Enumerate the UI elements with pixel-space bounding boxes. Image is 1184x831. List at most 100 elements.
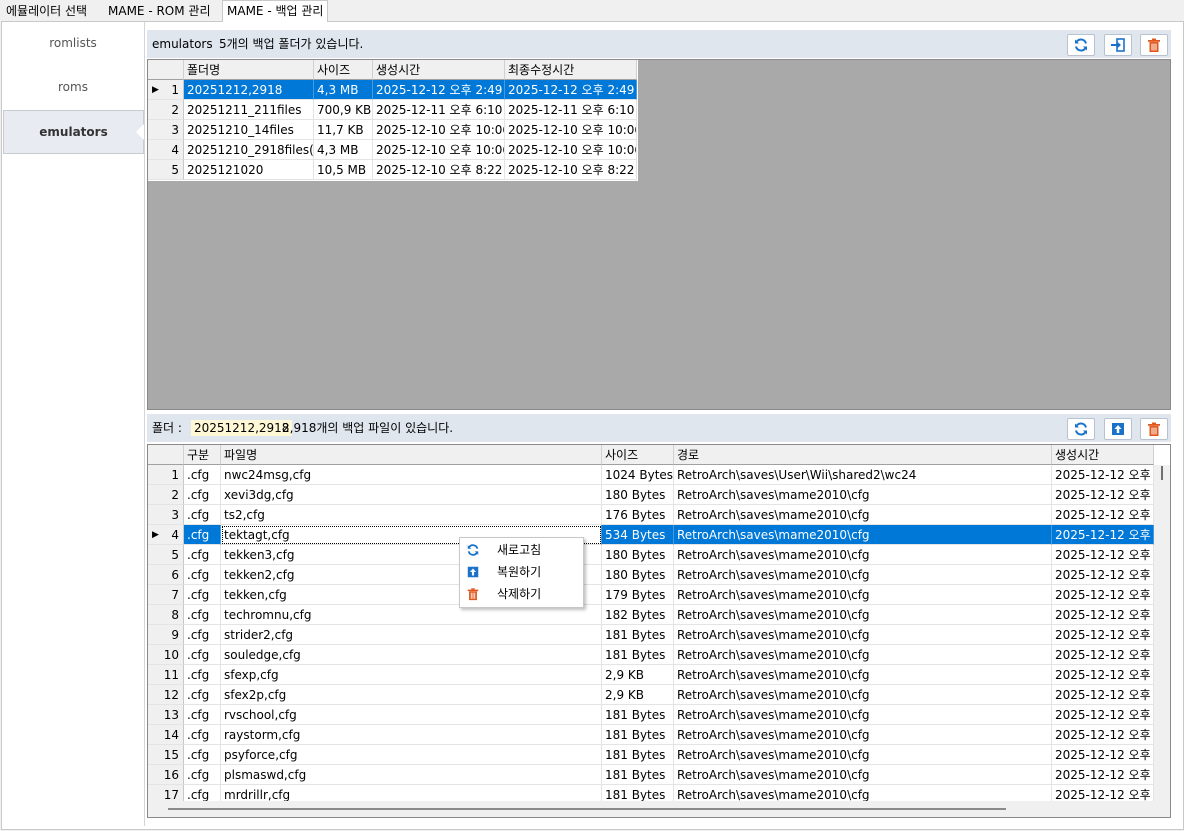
delete-files-button[interactable] xyxy=(1140,418,1168,440)
file-name-cell[interactable]: sfex2p,cfg xyxy=(221,685,602,705)
size-cell[interactable]: 181 Bytes xyxy=(602,725,674,745)
created-cell[interactable]: 2025-12-12 오후 2 xyxy=(1052,605,1154,625)
size-cell[interactable]: 181 Bytes xyxy=(602,625,674,645)
size-cell[interactable]: 181 Bytes xyxy=(602,645,674,665)
menu-item-restore[interactable]: 복원하기 xyxy=(460,561,583,583)
path-cell[interactable]: RetroArch\saves\mame2010\cfg xyxy=(674,485,1052,505)
modified-cell[interactable]: 2025-12-10 오후 10:06 xyxy=(505,140,637,160)
created-cell[interactable]: 2025-12-12 오후 2 xyxy=(1052,625,1154,645)
sidebar-item-emulators[interactable]: emulators xyxy=(3,110,144,154)
size-cell[interactable]: 1024 Bytes xyxy=(602,465,674,485)
path-cell[interactable]: RetroArch\saves\mame2010\cfg xyxy=(674,725,1052,745)
size-cell[interactable]: 182 Bytes xyxy=(602,605,674,625)
file-name-cell[interactable]: ts2,cfg xyxy=(221,505,602,525)
file-name-cell[interactable]: strider2,cfg xyxy=(221,625,602,645)
modified-cell[interactable]: 2025-12-10 오후 10:06 xyxy=(505,120,637,140)
size-cell[interactable]: 180 Bytes xyxy=(602,485,674,505)
created-cell[interactable]: 2025-12-12 오후 2 xyxy=(1052,545,1154,565)
path-cell[interactable]: RetroArch\saves\mame2010\cfg xyxy=(674,505,1052,525)
path-cell[interactable]: RetroArch\saves\mame2010\cfg xyxy=(674,545,1052,565)
created-cell[interactable]: 2025-12-12 오후 2 xyxy=(1052,725,1154,745)
created-cell[interactable]: 2025-12-12 오후 2 xyxy=(1052,565,1154,585)
type-cell[interactable]: .cfg xyxy=(184,505,221,525)
type-cell[interactable]: .cfg xyxy=(184,725,221,745)
column-header[interactable]: 파일명 xyxy=(221,445,602,465)
size-cell[interactable]: 181 Bytes xyxy=(602,705,674,725)
refresh-folders-button[interactable] xyxy=(1067,34,1095,56)
created-cell[interactable]: 2025-12-12 오후 2 xyxy=(1052,685,1154,705)
size-cell[interactable]: 181 Bytes xyxy=(602,745,674,765)
tab-rom-manage[interactable]: MAME - ROM 관리 xyxy=(104,2,215,20)
created-cell[interactable]: 2025-12-12 오후 2 xyxy=(1052,505,1154,525)
type-cell[interactable]: .cfg xyxy=(184,765,221,785)
size-cell[interactable]: 2,9 KB xyxy=(602,685,674,705)
export-folder-button[interactable] xyxy=(1104,34,1132,56)
type-cell[interactable]: .cfg xyxy=(184,565,221,585)
created-cell[interactable]: 2025-12-10 오후 10:06 xyxy=(373,120,505,140)
path-cell[interactable]: RetroArch\saves\mame2010\cfg xyxy=(674,605,1052,625)
created-cell[interactable]: 2025-12-12 오후 2 xyxy=(1052,645,1154,665)
refresh-files-button[interactable] xyxy=(1067,418,1095,440)
restore-files-button[interactable] xyxy=(1104,418,1132,440)
sidebar-item-romlists[interactable]: romlists xyxy=(3,22,143,64)
menu-item-refresh[interactable]: 새로고침 xyxy=(460,539,583,561)
size-cell[interactable]: 180 Bytes xyxy=(602,545,674,565)
modified-cell[interactable]: 2025-12-11 오후 6:10 xyxy=(505,100,637,120)
type-cell[interactable]: .cfg xyxy=(184,665,221,685)
size-cell[interactable]: 700,9 KB xyxy=(314,100,373,120)
file-name-cell[interactable]: raystorm,cfg xyxy=(221,725,602,745)
path-cell[interactable]: RetroArch\saves\mame2010\cfg xyxy=(674,625,1052,645)
folder-name-cell[interactable]: 20251212,2918 xyxy=(184,80,314,100)
size-cell[interactable]: 4,3 MB xyxy=(314,140,373,160)
path-cell[interactable]: RetroArch\saves\mame2010\cfg xyxy=(674,685,1052,705)
folder-name-cell[interactable]: 20251210_14files xyxy=(184,120,314,140)
size-cell[interactable]: 180 Bytes xyxy=(602,565,674,585)
sidebar-item-roms[interactable]: roms xyxy=(3,66,143,108)
column-header[interactable]: 생성시간 xyxy=(1052,445,1154,465)
horizontal-scrollbar[interactable] xyxy=(148,801,1154,817)
type-cell[interactable]: .cfg xyxy=(184,545,221,565)
column-header[interactable]: 구분 xyxy=(184,445,221,465)
scroll-thumb[interactable] xyxy=(168,808,1006,810)
type-cell[interactable]: .cfg xyxy=(184,645,221,665)
size-cell[interactable]: 4,3 MB xyxy=(314,80,373,100)
file-name-cell[interactable]: souledge,cfg xyxy=(221,645,602,665)
path-cell[interactable]: RetroArch\saves\mame2010\cfg xyxy=(674,765,1052,785)
folder-name-cell[interactable]: 2025121020 xyxy=(184,160,314,180)
file-name-cell[interactable]: plsmaswd,cfg xyxy=(221,765,602,785)
folder-name-cell[interactable]: 20251211_211files xyxy=(184,100,314,120)
modified-cell[interactable]: 2025-12-10 오후 8:22 xyxy=(505,160,637,180)
path-cell[interactable]: RetroArch\saves\mame2010\cfg xyxy=(674,645,1052,665)
column-header[interactable]: 사이즈 xyxy=(602,445,674,465)
tab-emulator-select[interactable]: 에뮬레이터 선택 xyxy=(2,2,92,20)
column-header[interactable]: 최종수정시간 xyxy=(505,60,637,80)
size-cell[interactable]: 179 Bytes xyxy=(602,585,674,605)
column-header[interactable]: 폴더명 xyxy=(184,60,314,80)
created-cell[interactable]: 2025-12-10 오후 10:06 xyxy=(373,140,505,160)
created-cell[interactable]: 2025-12-12 오후 2 xyxy=(1052,485,1154,505)
size-cell[interactable]: 534 Bytes xyxy=(602,525,674,545)
size-cell[interactable]: 11,7 KB xyxy=(314,120,373,140)
modified-cell[interactable]: 2025-12-12 오후 2:49 xyxy=(505,80,637,100)
file-name-cell[interactable]: psyforce,cfg xyxy=(221,745,602,765)
path-cell[interactable]: RetroArch\saves\mame2010\cfg xyxy=(674,745,1052,765)
type-cell[interactable]: .cfg xyxy=(184,485,221,505)
size-cell[interactable]: 2,9 KB xyxy=(602,665,674,685)
created-cell[interactable]: 2025-12-12 오후 2 xyxy=(1052,465,1154,485)
file-name-cell[interactable]: rvschool,cfg xyxy=(221,705,602,725)
size-cell[interactable]: 10,5 MB xyxy=(314,160,373,180)
created-cell[interactable]: 2025-12-10 오후 8:22 xyxy=(373,160,505,180)
created-cell[interactable]: 2025-12-12 오후 2 xyxy=(1052,705,1154,725)
file-name-cell[interactable]: sfexp,cfg xyxy=(221,665,602,685)
created-cell[interactable]: 2025-12-12 오후 2 xyxy=(1052,765,1154,785)
delete-folder-button[interactable] xyxy=(1140,34,1168,56)
size-cell[interactable]: 181 Bytes xyxy=(602,765,674,785)
path-cell[interactable]: RetroArch\saves\mame2010\cfg xyxy=(674,525,1052,545)
file-name-cell[interactable]: nwc24msg,cfg xyxy=(221,465,602,485)
type-cell[interactable]: .cfg xyxy=(184,605,221,625)
type-cell[interactable]: .cfg xyxy=(184,525,221,545)
column-header[interactable]: 사이즈 xyxy=(314,60,373,80)
scroll-thumb[interactable] xyxy=(1161,466,1163,480)
size-cell[interactable]: 176 Bytes xyxy=(602,505,674,525)
created-cell[interactable]: 2025-12-12 오후 2 xyxy=(1052,525,1154,545)
